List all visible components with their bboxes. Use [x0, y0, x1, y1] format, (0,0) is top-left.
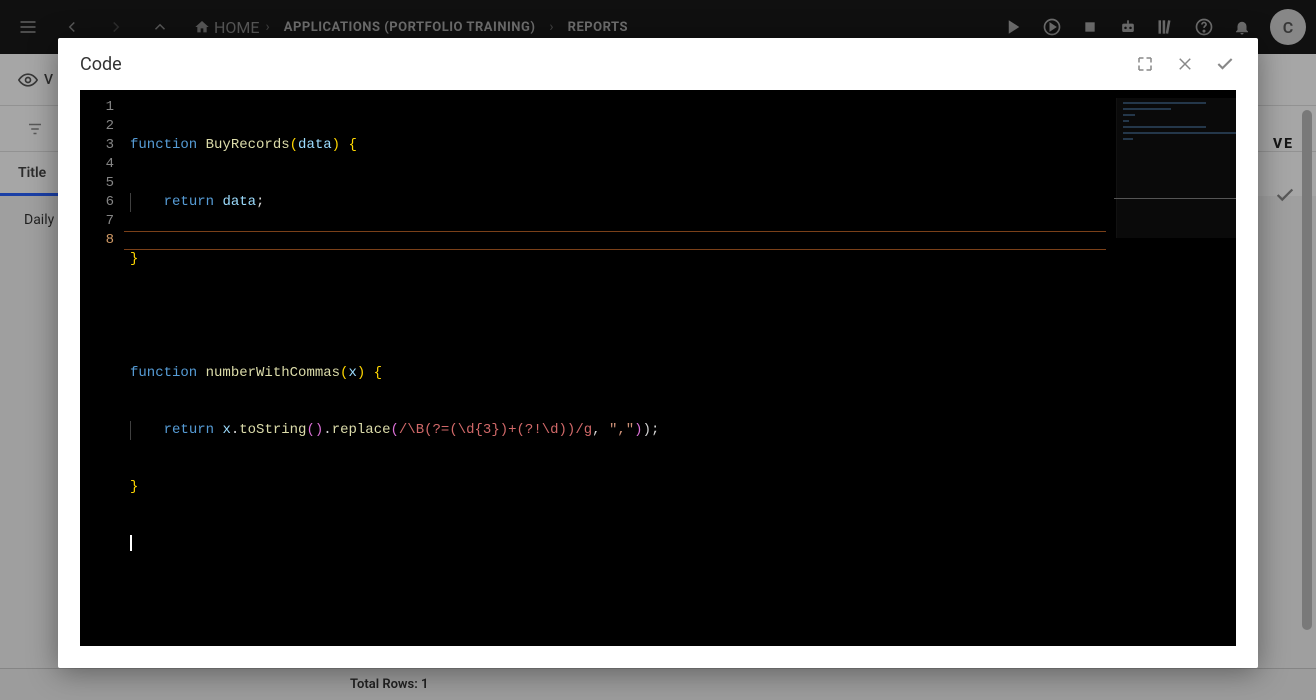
line-number: 4 — [80, 155, 124, 174]
modal-title: Code — [80, 54, 122, 75]
confirm-check-icon[interactable] — [1214, 53, 1236, 75]
line-number: 1 — [80, 98, 124, 117]
fullscreen-icon[interactable] — [1134, 53, 1156, 75]
line-number: 8 — [80, 231, 124, 250]
line-number: 2 — [80, 117, 124, 136]
code-editor[interactable]: 1 2 3 4 5 6 7 8 function BuyRecords(data… — [80, 90, 1236, 646]
line-number: 5 — [80, 174, 124, 193]
text-cursor — [130, 535, 132, 551]
modal-header: Code — [58, 38, 1258, 90]
minimap[interactable] — [1116, 98, 1236, 238]
editor-ruler — [1114, 198, 1236, 199]
line-number: 7 — [80, 212, 124, 231]
line-gutter: 1 2 3 4 5 6 7 8 — [80, 98, 124, 646]
code-modal: Code 1 2 3 4 5 6 7 — [58, 38, 1258, 668]
line-number: 3 — [80, 136, 124, 155]
line-number: 6 — [80, 193, 124, 212]
code-content[interactable]: function BuyRecords(data) { return data;… — [124, 98, 1236, 592]
close-icon[interactable] — [1174, 53, 1196, 75]
